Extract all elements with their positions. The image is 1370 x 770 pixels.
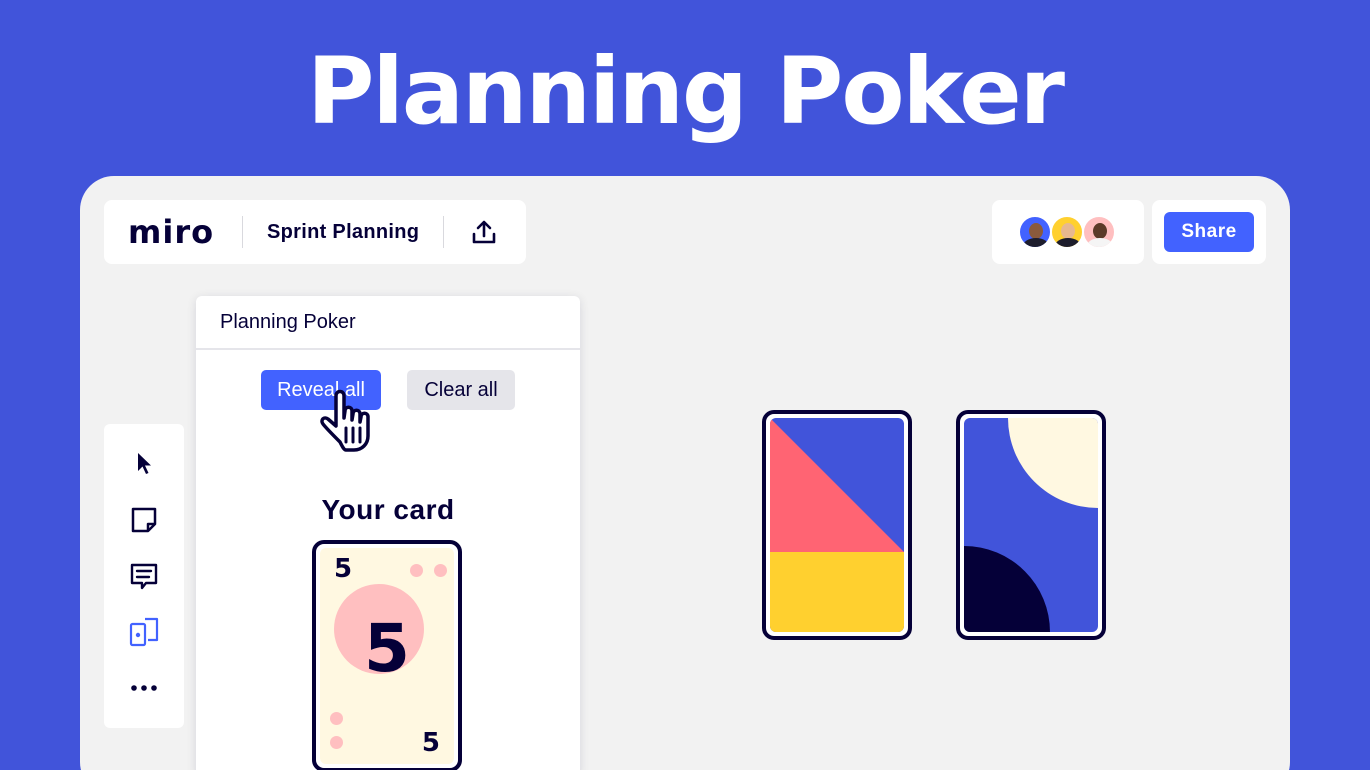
sticky-note-icon: [131, 507, 157, 533]
cards-icon: [129, 617, 159, 647]
hidden-card[interactable]: [956, 410, 1106, 640]
select-tool[interactable]: [128, 448, 160, 480]
card-value-bottom: 5: [421, 728, 440, 758]
avatar[interactable]: [1018, 215, 1052, 249]
your-poker-card[interactable]: 5 5 5: [312, 540, 462, 770]
panel-title: Planning Poker: [196, 296, 580, 350]
poker-card-face: 5 5 5: [320, 548, 454, 764]
share-button[interactable]: Share: [1164, 212, 1254, 252]
card-decoration: [330, 736, 343, 749]
planning-poker-panel: Planning Poker Reveal all Clear all Your…: [196, 296, 580, 770]
card-value-top: 5: [334, 554, 353, 584]
card-back-pattern: [770, 418, 904, 632]
sticky-note-tool[interactable]: [128, 504, 160, 536]
comment-tool[interactable]: [128, 560, 160, 592]
your-card-label: Your card: [321, 494, 455, 525]
miro-logo[interactable]: miro: [104, 213, 242, 251]
share-container: Share: [1152, 200, 1266, 264]
clear-all-button[interactable]: Clear all: [407, 370, 515, 410]
card-decoration: [330, 712, 343, 725]
comment-icon: [130, 563, 158, 590]
more-tools[interactable]: [128, 672, 160, 704]
collaborators: [992, 200, 1144, 264]
card-value-center: 5: [364, 610, 410, 687]
hidden-card[interactable]: [762, 410, 912, 640]
left-toolbar: [104, 424, 184, 728]
card-back-pattern: [964, 418, 1098, 632]
upload-button[interactable]: [444, 200, 524, 264]
cursor-icon: [138, 453, 151, 474]
board-name[interactable]: Sprint Planning: [243, 221, 443, 244]
card-decoration: [434, 564, 447, 577]
avatar[interactable]: [1050, 215, 1084, 249]
board-header: miro Sprint Planning: [104, 200, 526, 264]
avatar[interactable]: [1082, 215, 1116, 249]
card-decoration: [410, 564, 423, 577]
more-icon: [131, 685, 157, 691]
hero-title: Planning Poker: [306, 38, 1065, 145]
cards-tool[interactable]: [128, 616, 160, 648]
hand-cursor-icon: [320, 389, 370, 452]
upload-icon: [472, 220, 496, 244]
